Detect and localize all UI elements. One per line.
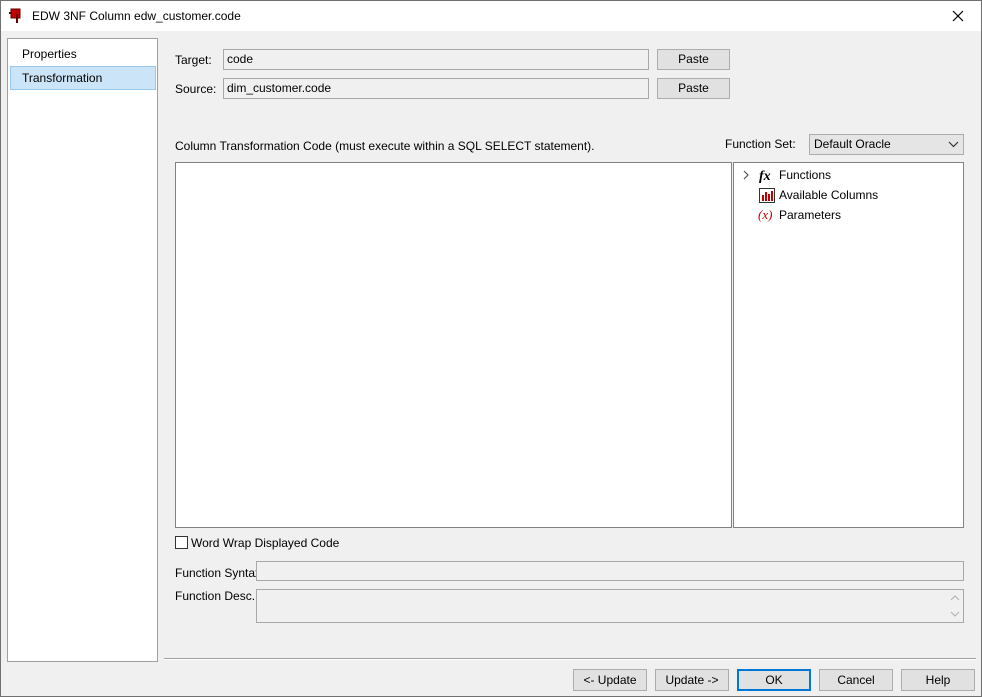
window-title: EDW 3NF Column edw_customer.code bbox=[32, 9, 241, 23]
update-previous-button[interactable]: <- Update bbox=[573, 669, 647, 691]
dialog-window: EDW 3NF Column edw_customer.code Propert… bbox=[0, 0, 982, 697]
chevron-down-icon bbox=[948, 141, 959, 148]
nav-item-properties[interactable]: Properties bbox=[10, 42, 156, 66]
source-field[interactable]: dim_customer.code bbox=[223, 78, 649, 99]
tree-item-functions[interactable]: fx Functions bbox=[740, 166, 831, 184]
update-next-button[interactable]: Update -> bbox=[655, 669, 729, 691]
app-icon bbox=[9, 8, 25, 24]
fx-icon: fx bbox=[758, 167, 776, 183]
title-bar: EDW 3NF Column edw_customer.code bbox=[1, 1, 981, 31]
nav-item-transformation[interactable]: Transformation bbox=[10, 66, 156, 90]
svg-text:(x): (x) bbox=[758, 207, 772, 222]
target-field[interactable]: code bbox=[223, 49, 649, 70]
tree-item-available-columns[interactable]: Available Columns bbox=[740, 186, 878, 204]
function-tree: fx Functions Available Columns (x) Param… bbox=[733, 162, 964, 528]
scroll-up-icon bbox=[950, 595, 960, 601]
close-button[interactable] bbox=[935, 1, 981, 31]
nav-list: Properties Transformation bbox=[7, 38, 158, 662]
ok-button[interactable]: OK bbox=[737, 669, 811, 691]
tree-item-label: Parameters bbox=[779, 208, 842, 222]
function-desc-label: Function Desc.: bbox=[175, 589, 259, 603]
source-label: Source: bbox=[175, 82, 217, 96]
tree-item-label: Functions bbox=[779, 168, 832, 182]
columns-chart-icon bbox=[758, 187, 776, 203]
function-set-value: Default Oracle bbox=[814, 137, 891, 151]
source-paste-button[interactable]: Paste bbox=[657, 78, 730, 99]
target-paste-button[interactable]: Paste bbox=[657, 49, 730, 70]
function-set-dropdown[interactable]: Default Oracle bbox=[809, 134, 964, 155]
tree-item-parameters[interactable]: (x) Parameters bbox=[740, 206, 841, 224]
function-set-label: Function Set: bbox=[725, 137, 796, 151]
transformation-code-editor[interactable] bbox=[175, 162, 732, 528]
desc-scrollbar[interactable] bbox=[947, 590, 963, 622]
function-desc-field[interactable] bbox=[256, 589, 964, 623]
code-label: Column Transformation Code (must execute… bbox=[175, 139, 595, 153]
function-syntax-label: Function Syntax: bbox=[175, 566, 265, 580]
svg-text:fx: fx bbox=[759, 169, 771, 183]
scroll-down-icon bbox=[950, 611, 960, 617]
parameters-icon: (x) bbox=[758, 207, 776, 223]
footer-divider bbox=[164, 658, 976, 660]
help-button[interactable]: Help bbox=[901, 669, 975, 691]
chevron-right-icon[interactable] bbox=[740, 169, 752, 181]
cancel-button[interactable]: Cancel bbox=[819, 669, 893, 691]
close-icon[interactable] bbox=[952, 10, 964, 22]
target-label: Target: bbox=[175, 53, 212, 67]
word-wrap-checkbox[interactable] bbox=[175, 536, 188, 549]
function-syntax-field[interactable] bbox=[256, 561, 964, 581]
word-wrap-label[interactable]: Word Wrap Displayed Code bbox=[191, 536, 339, 550]
tree-item-label: Available Columns bbox=[779, 188, 879, 202]
